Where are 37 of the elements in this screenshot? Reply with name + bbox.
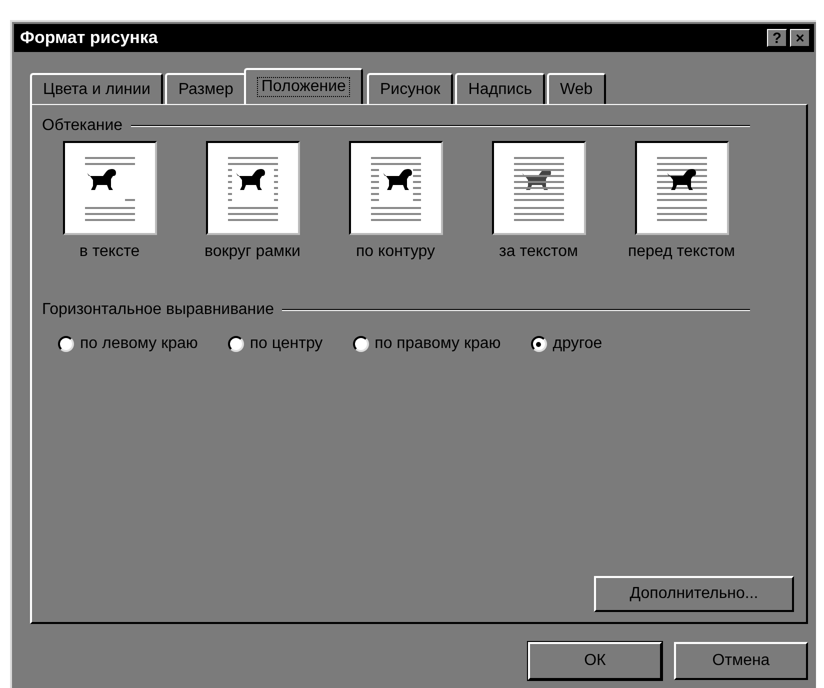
window-title: Формат рисунка: [20, 28, 159, 48]
wrapping-style-label: в тексте: [79, 243, 140, 261]
group-title: Горизонтальное выравнивание: [42, 301, 274, 319]
radio-button[interactable]: [58, 336, 74, 352]
wrapping-style-option[interactable]: [492, 141, 586, 235]
wrapping-style-option[interactable]: [62, 141, 156, 235]
tab[interactable]: Цвета и линии: [30, 73, 164, 104]
radio-button[interactable]: [530, 336, 547, 352]
wrapping-style-label: за текстом: [499, 243, 578, 261]
dialog-button[interactable]: Отмена: [674, 642, 808, 680]
radio-button[interactable]: [228, 336, 244, 352]
dog-text-icon: [370, 155, 422, 221]
dog-text-icon: [226, 155, 278, 221]
close-button[interactable]: ×: [790, 29, 810, 47]
tab[interactable]: Положение: [244, 68, 363, 104]
tab[interactable]: Размер: [165, 73, 246, 104]
help-button[interactable]: ?: [767, 29, 787, 47]
tab[interactable]: Web: [547, 73, 606, 104]
radio-label: по правому краю: [374, 335, 501, 353]
wrapping-style-label: по контуру: [356, 243, 435, 261]
radio-label: по левому краю: [80, 335, 198, 353]
dialog-button[interactable]: ОК: [528, 642, 662, 680]
dog-text-icon: [512, 155, 564, 221]
group-title: Обтекание: [42, 117, 123, 135]
radio-label: другое: [552, 335, 602, 353]
tab[interactable]: Надпись: [455, 73, 546, 104]
tab[interactable]: Рисунок: [366, 73, 454, 104]
radio-button[interactable]: [352, 336, 369, 352]
radio-label: по центру: [250, 335, 323, 353]
dog-text-icon: [84, 155, 136, 221]
wrapping-style-option[interactable]: [206, 141, 300, 235]
wrapping-style-option[interactable]: [634, 141, 728, 235]
dog-text-icon: [656, 155, 708, 221]
advanced-button[interactable]: Дополнительно...: [594, 576, 794, 612]
wrapping-style-label: вокруг рамки: [204, 243, 300, 261]
wrapping-style-option[interactable]: [348, 141, 442, 235]
wrapping-style-label: перед текстом: [628, 243, 736, 261]
